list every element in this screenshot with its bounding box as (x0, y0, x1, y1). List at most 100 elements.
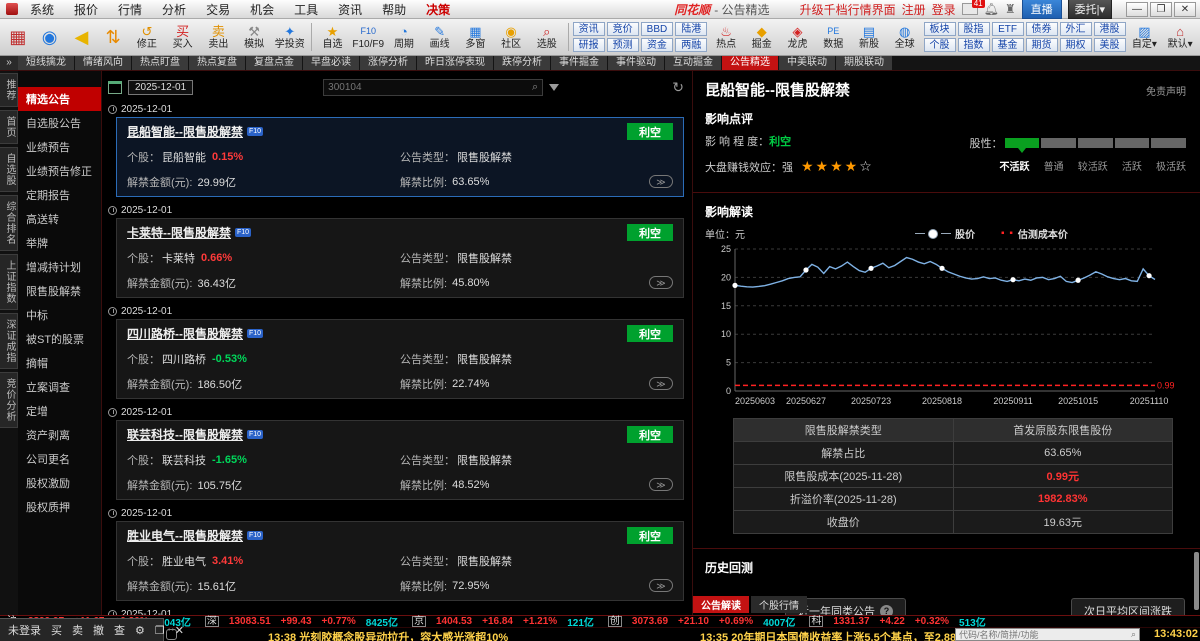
close-button[interactable]: ✕ (1174, 2, 1196, 17)
news-item[interactable]: 13:38 光刻胶概念股异动拉升，容大感光涨超10% (268, 629, 508, 641)
toolbar-button-周期[interactable]: ◔周期 (387, 24, 421, 50)
toolbar-button-美股[interactable]: 美股 (1094, 38, 1126, 52)
tab-热点复盘[interactable]: 热点复盘 (189, 56, 245, 70)
tab-涨停分析[interactable]: 涨停分析 (360, 56, 416, 70)
date-picker[interactable]: 2025-12-01 (128, 80, 193, 95)
f10-badge-icon[interactable]: F10 (247, 329, 263, 338)
toolbar-button-学投资[interactable]: ✦学投资 (273, 24, 307, 50)
register-link[interactable]: 注册 (902, 1, 926, 18)
stock-name[interactable]: 联芸科技 (162, 452, 206, 468)
stock-name[interactable]: 卡莱特 (162, 250, 195, 266)
sidebar-item-增减持计划[interactable]: 增减持计划 (18, 255, 101, 279)
expand-icon[interactable]: ≫ (649, 579, 673, 592)
sidebar-item-摘帽[interactable]: 摘帽 (18, 351, 101, 375)
bell-icon[interactable]: 🔔︎ (984, 2, 999, 16)
tradebar-item-❐[interactable]: ❐ (151, 624, 169, 637)
toolbar-button-股指[interactable]: 股指 (958, 22, 990, 36)
back-icon[interactable]: ◀ (67, 22, 97, 52)
announcement-card[interactable]: 卡莱特--限售股解禁F10利空个股：卡莱特0.66%公告类型：限售股解禁解禁金额… (116, 218, 684, 298)
sidebar-item-自选股公告[interactable]: 自选股公告 (18, 111, 101, 135)
expand-icon[interactable]: ≫ (649, 377, 673, 390)
menu-item-报价[interactable]: 报价 (64, 3, 108, 17)
sidebar-item-精选公告[interactable]: 精选公告 (18, 87, 101, 111)
theme-icon[interactable]: ♜ (1005, 2, 1016, 16)
toolbar-button-资金[interactable]: 资金 (641, 38, 674, 52)
toolbar-button-两融[interactable]: 两融 (675, 38, 707, 52)
sidebar-item-中标[interactable]: 中标 (18, 303, 101, 327)
f10-badge-icon[interactable]: F10 (247, 430, 263, 439)
toolbar-button-卖出[interactable]: 卖卖出 (202, 24, 236, 50)
detail-tab-个股行情[interactable]: 个股行情 (751, 596, 807, 613)
toolbar-button-债券[interactable]: 债券 (1026, 22, 1058, 36)
toolbar-button-基金[interactable]: 基金 (992, 38, 1024, 52)
toolbar-button-画线[interactable]: ✎画线 (423, 24, 457, 50)
tab-期股联动[interactable]: 期股联动 (836, 56, 892, 70)
message-icon[interactable]: 41 (962, 3, 978, 15)
calendar-icon[interactable] (108, 81, 122, 94)
filter-icon[interactable] (549, 84, 559, 91)
search-icon[interactable]: ⌕ (532, 81, 538, 94)
toolbar-button-热点[interactable]: ♨热点 (709, 24, 743, 50)
sidebar-item-限售股解禁[interactable]: 限售股解禁 (18, 279, 101, 303)
menu-item-分析[interactable]: 分析 (152, 3, 196, 17)
side-tab-首页[interactable]: 首页 (0, 110, 18, 144)
toolbar-button-预测[interactable]: 预测 (607, 38, 639, 52)
sidebar-item-被ST的股票[interactable]: 被ST的股票 (18, 327, 101, 351)
side-tab-自选股[interactable]: 自选股 (0, 147, 18, 192)
toolbar-button-竞价[interactable]: 竞价 (607, 22, 639, 36)
backtest-button-2[interactable]: 次日平均区间涨跌 (1071, 598, 1185, 615)
toolbar-button-期权[interactable]: 期权 (1060, 38, 1092, 52)
side-tab-综合排名[interactable]: 综合排名 (0, 195, 18, 251)
weituo-button[interactable]: 委托|▾ (1068, 0, 1112, 19)
sidebar-item-立案调查[interactable]: 立案调查 (18, 375, 101, 399)
sidebar-item-资产剥离[interactable]: 资产剥离 (18, 423, 101, 447)
card-title[interactable]: 四川路桥--限售股解禁 (127, 325, 243, 342)
toolbar-button-研报[interactable]: 研报 (573, 38, 605, 52)
live-button[interactable]: 直播 (1022, 0, 1062, 19)
sidebar-item-定期报告[interactable]: 定期报告 (18, 183, 101, 207)
sidebar-item-定增[interactable]: 定增 (18, 399, 101, 423)
announcement-card[interactable]: 联芸科技--限售股解禁F10利空个股：联芸科技-1.65%公告类型：限售股解禁解… (116, 420, 684, 500)
disclaimer-link[interactable]: 免责声明 (1146, 83, 1186, 98)
tradebar-item-买[interactable]: 买 (47, 622, 66, 638)
login-link[interactable]: 登录 (932, 1, 956, 18)
toolbar-button-掘金[interactable]: ◆掘金 (745, 24, 779, 50)
menu-item-系统[interactable]: 系统 (20, 3, 64, 17)
toolbar-button-默认[interactable]: ⌂默认▾ (1163, 24, 1197, 50)
side-tab-推荐[interactable]: 推荐 (0, 73, 18, 107)
tab-中美联动[interactable]: 中美联动 (779, 56, 835, 70)
menu-item-机会[interactable]: 机会 (240, 3, 284, 17)
toolbar-button-自选[interactable]: ★自选 (316, 24, 350, 50)
card-title[interactable]: 卡莱特--限售股解禁 (127, 224, 231, 241)
announcement-card[interactable]: 昆船智能--限售股解禁F10利空个股：昆船智能0.15%公告类型：限售股解禁解禁… (116, 117, 684, 197)
expand-icon[interactable]: ≫ (649, 276, 673, 289)
tab-事件驱动[interactable]: 事件驱动 (608, 56, 664, 70)
code-search-input[interactable] (959, 630, 1131, 640)
toolbar-button-全球[interactable]: ◍全球 (888, 24, 922, 50)
tradebar-item-未登录[interactable]: 未登录 (4, 622, 45, 638)
tradebar-item-查[interactable]: 查 (110, 622, 129, 638)
sidebar-item-公司更名[interactable]: 公司更名 (18, 447, 101, 471)
toolbar-button-陆港[interactable]: 陆港 (675, 22, 707, 36)
ai-assistant-icon[interactable]: ◉ (35, 22, 65, 52)
tab-热点盯盘[interactable]: 热点盯盘 (132, 56, 188, 70)
side-tab-上证指数[interactable]: 上证指数 (0, 254, 18, 310)
toolbar-button-模拟[interactable]: ⚒模拟 (237, 24, 271, 50)
tradebar-item-✕[interactable]: ✕ (171, 624, 188, 637)
nav-arrows-icon[interactable]: ⇅ (98, 22, 128, 52)
stock-search[interactable]: ⌕ (323, 79, 543, 96)
detail-tab-公告解读[interactable]: 公告解读 (693, 596, 749, 613)
upgrade-link[interactable]: 升级千档行情界面 (800, 1, 896, 18)
tab-互动掘金[interactable]: 互动掘金 (665, 56, 721, 70)
menu-item-行情[interactable]: 行情 (108, 3, 152, 17)
sidebar-item-股权激励[interactable]: 股权激励 (18, 471, 101, 495)
side-tab-竞价分析[interactable]: 竞价分析 (0, 372, 18, 428)
menu-item-帮助[interactable]: 帮助 (372, 3, 416, 17)
code-search-box[interactable]: ⌕ (955, 628, 1140, 641)
tradebar-item-撤[interactable]: 撤 (89, 622, 108, 638)
restore-button[interactable]: ❐ (1150, 2, 1172, 17)
toolbar-button-龙虎[interactable]: ◈龙虎 (781, 24, 815, 50)
tab-短线擒龙[interactable]: 短线擒龙 (18, 56, 74, 70)
toolbar-button-修正[interactable]: ↺修正 (130, 24, 164, 50)
tab-复盘点金[interactable]: 复盘点金 (246, 56, 302, 70)
